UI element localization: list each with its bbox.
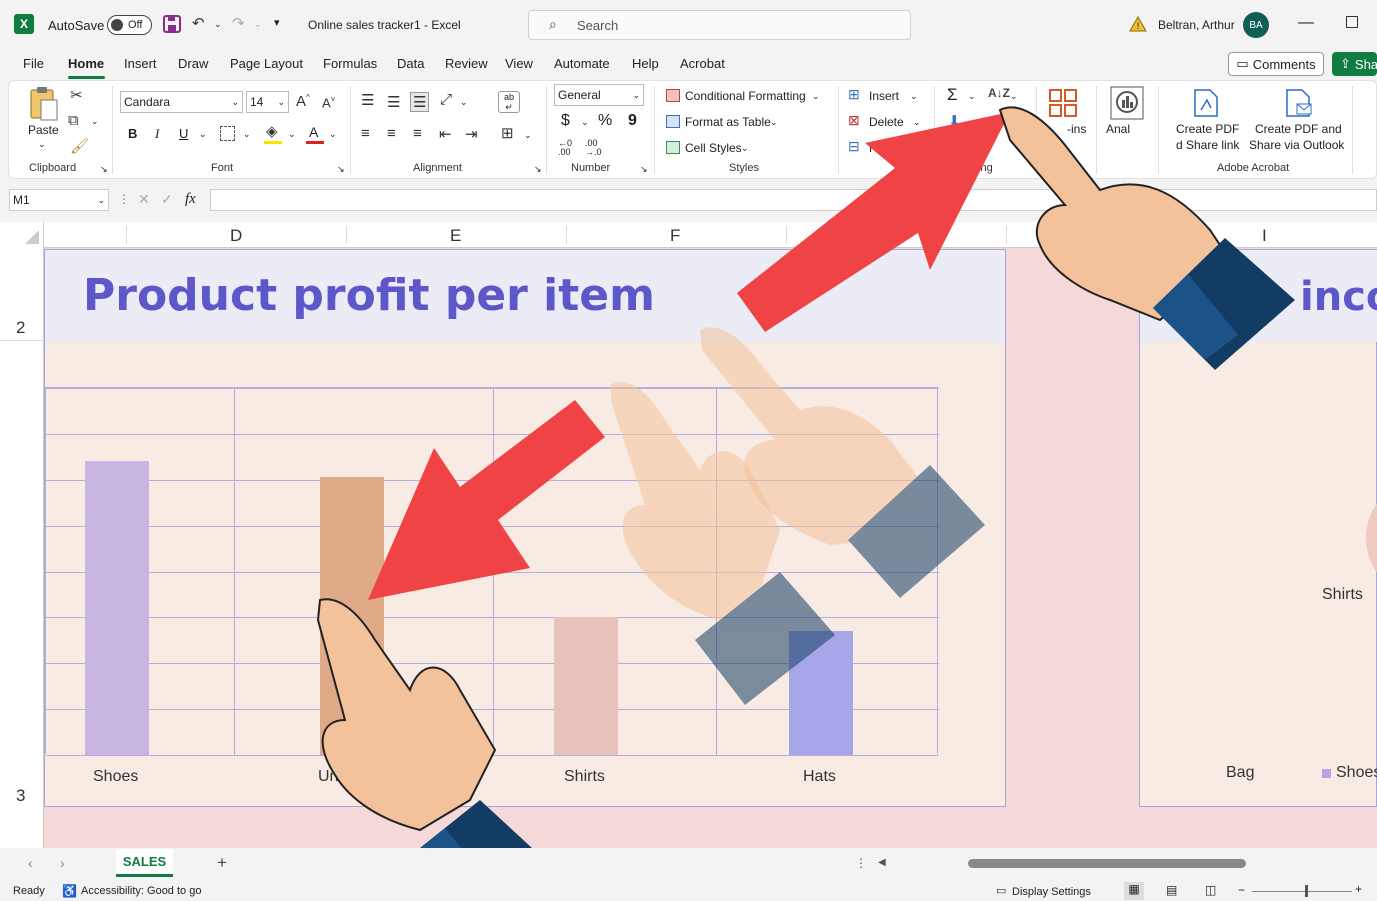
arrow-down-left-icon <box>368 400 605 600</box>
more-options-icon[interactable]: ⋮ <box>855 856 867 870</box>
sheet-tab-sales[interactable]: SALES <box>116 849 173 877</box>
display-settings-button[interactable]: Display Settings <box>1012 886 1091 898</box>
normal-view-icon[interactable]: ▦ <box>1124 882 1144 900</box>
pointing-hand-icon <box>998 106 1295 370</box>
arrow-up-right-icon <box>737 112 1010 332</box>
gesture-overlay <box>316 106 1295 901</box>
zoom-slider-thumb[interactable] <box>1305 885 1308 897</box>
zoom-slider[interactable] <box>1252 891 1352 892</box>
page-layout-view-icon[interactable]: ▤ <box>1166 883 1177 897</box>
status-ready: Ready <box>13 885 45 897</box>
accessibility-icon: ♿ <box>62 884 77 898</box>
prev-sheet-icon[interactable]: ‹ <box>28 855 33 871</box>
zoom-in-icon[interactable]: + <box>1355 882 1362 896</box>
horizontal-scrollbar[interactable] <box>968 859 1246 868</box>
next-sheet-icon[interactable]: › <box>60 855 65 871</box>
page-break-view-icon[interactable]: ◫ <box>1205 883 1216 897</box>
add-sheet-button[interactable]: + <box>217 853 227 873</box>
accessibility-status[interactable]: Accessibility: Good to go <box>81 885 201 897</box>
zoom-out-icon[interactable]: − <box>1238 883 1245 897</box>
display-settings-icon: ▭ <box>996 885 1007 897</box>
scroll-left-icon[interactable]: ◀ <box>878 857 886 868</box>
